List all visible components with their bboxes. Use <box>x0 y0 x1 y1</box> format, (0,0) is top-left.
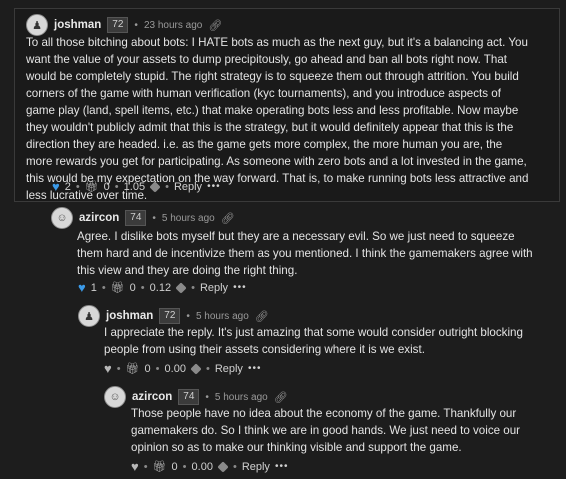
separator-dot: • <box>182 460 187 473</box>
reply-button[interactable]: Reply <box>200 282 228 294</box>
comment-actions: ♥ 2 • 🎁︎ 0 • 1.05 • Reply ••• <box>52 179 221 194</box>
payout-value[interactable]: 0.00 <box>192 461 213 473</box>
gift-count: 0 <box>144 362 151 375</box>
separator-dot: • <box>116 362 121 375</box>
reply-button[interactable]: Reply <box>174 181 202 193</box>
link-icon[interactable]: 🔗︎ <box>221 212 235 225</box>
comment-body: Agree. I dislike bots myself but they ar… <box>77 230 533 277</box>
link-icon[interactable]: 🔗︎ <box>208 19 222 32</box>
gift-icon[interactable]: 🎁︎ <box>111 281 125 294</box>
separator-dot: • <box>155 362 160 375</box>
timestamp[interactable]: 5 hours ago <box>162 213 215 224</box>
separator-dot: • <box>205 362 210 375</box>
gift-icon[interactable]: 🎁︎ <box>126 362 140 375</box>
comment-body: I appreciate the reply. It's just amazin… <box>104 326 523 356</box>
gift-icon[interactable]: 🎁︎ <box>85 180 99 193</box>
author-name[interactable]: joshman <box>106 310 153 322</box>
reputation-badge: 72 <box>159 308 181 324</box>
hive-icon <box>217 460 229 473</box>
avatar[interactable]: ☺ <box>51 207 73 229</box>
heart-icon[interactable]: ♥ <box>78 280 86 295</box>
vote-count[interactable]: 1 <box>91 282 97 294</box>
avatar[interactable]: ♟ <box>78 305 100 327</box>
separator-dot: • <box>186 310 190 322</box>
more-options-button[interactable]: ••• <box>207 181 221 192</box>
link-icon[interactable]: 🔗︎ <box>274 391 288 404</box>
reply-button[interactable]: Reply <box>242 461 270 473</box>
separator-dot: • <box>191 281 195 294</box>
separator-dot: • <box>140 281 145 294</box>
payout-value[interactable]: 1.05 <box>124 181 145 193</box>
author-name[interactable]: azircon <box>132 391 172 403</box>
comment-body: Those people have no idea about the econ… <box>131 407 521 454</box>
hive-icon <box>149 180 161 193</box>
timestamp[interactable]: 5 hours ago <box>215 392 268 403</box>
timestamp[interactable]: 23 hours ago <box>144 20 202 31</box>
heart-icon[interactable]: ♥ <box>104 361 112 376</box>
separator-dot: • <box>101 281 106 294</box>
comment-header: ☺ azircon 74 • 5 hours ago 🔗︎ <box>51 207 235 229</box>
hive-icon <box>190 362 202 375</box>
reply-button[interactable]: Reply <box>215 363 243 375</box>
comment-header: ♟ joshman 72 • 23 hours ago 🔗︎ <box>26 14 222 36</box>
gift-icon[interactable]: 🎁︎ <box>153 460 167 473</box>
separator-dot: • <box>134 19 138 31</box>
separator-dot: • <box>165 180 169 193</box>
separator-dot: • <box>205 391 209 403</box>
avatar[interactable]: ☺ <box>104 386 126 408</box>
payout-value[interactable]: 0.12 <box>150 282 171 294</box>
heart-icon[interactable]: ♥ <box>131 459 139 474</box>
payout-value[interactable]: 0.00 <box>165 363 186 375</box>
vote-count[interactable]: 2 <box>65 181 71 193</box>
timestamp[interactable]: 5 hours ago <box>196 311 249 322</box>
heart-icon[interactable]: ♥ <box>52 179 60 194</box>
author-name[interactable]: joshman <box>54 19 101 31</box>
separator-dot: • <box>75 180 80 193</box>
separator-dot: • <box>232 460 237 473</box>
hive-icon <box>175 281 187 294</box>
gift-count: 0 <box>171 460 178 473</box>
author-name[interactable]: azircon <box>79 212 119 224</box>
avatar[interactable]: ♟ <box>26 14 48 36</box>
link-icon[interactable]: 🔗︎ <box>255 310 269 323</box>
more-options-button[interactable]: ••• <box>233 282 247 293</box>
more-options-button[interactable]: ••• <box>248 363 262 374</box>
comment-actions: ♥ • 🎁︎ 0 • 0.00 • Reply ••• <box>131 459 288 474</box>
comment-actions: ♥ • 🎁︎ 0 • 0.00 • Reply ••• <box>104 361 261 376</box>
reputation-badge: 74 <box>125 210 147 226</box>
reputation-badge: 72 <box>107 17 129 33</box>
reputation-badge: 74 <box>178 389 200 405</box>
gift-count: 0 <box>129 281 136 294</box>
gift-count: 0 <box>103 180 110 193</box>
separator-dot: • <box>152 212 156 224</box>
comment-actions: ♥ 1 • 🎁︎ 0 • 0.12 • Reply ••• <box>78 280 247 295</box>
separator-dot: • <box>114 180 119 193</box>
more-options-button[interactable]: ••• <box>275 461 289 472</box>
separator-dot: • <box>143 460 148 473</box>
